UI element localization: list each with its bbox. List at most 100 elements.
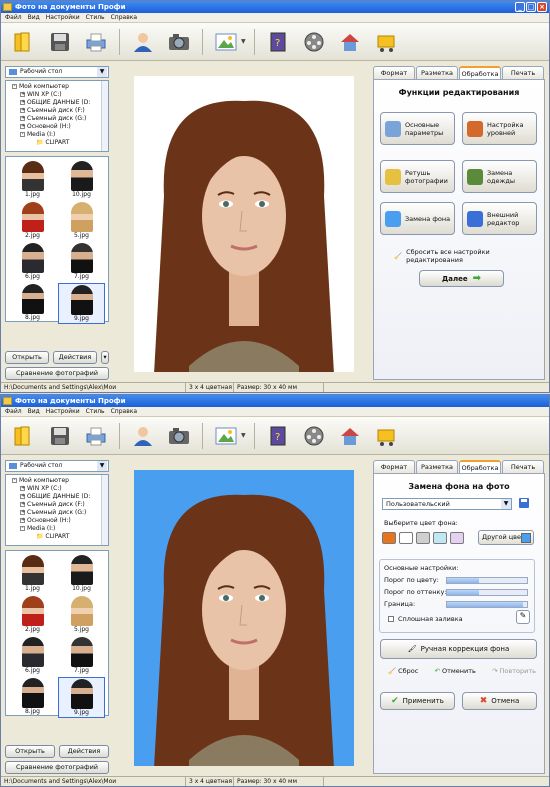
cancel-button[interactable]: ✖ Отмена	[462, 692, 537, 710]
tree-item-drive[interactable]: - Media (I:)	[12, 525, 106, 533]
menu-file[interactable]: Файл	[5, 13, 22, 22]
manual-correction-button[interactable]: 🖌 Ручная коррекция фона	[380, 639, 537, 659]
menu-style[interactable]: Стиль	[86, 407, 105, 416]
tab-print[interactable]: Печать	[502, 66, 544, 79]
tree-item-drive[interactable]: + ОБЩИЕ ДАННЫЕ (D:	[12, 99, 106, 107]
print-icon[interactable]	[81, 27, 111, 57]
chevron-down-icon[interactable]: ▼	[97, 67, 107, 77]
thumbnail[interactable]: 6.jpg	[9, 636, 56, 675]
redo-button[interactable]: ↷ Повторить	[492, 667, 536, 675]
thumbnail[interactable]: 6.jpg	[9, 242, 56, 281]
thumbnail[interactable]: 7.jpg	[58, 636, 105, 675]
photo-canvas[interactable]	[134, 470, 354, 766]
help-book-icon[interactable]: ?	[263, 27, 293, 57]
color-threshold-slider[interactable]	[446, 577, 528, 584]
tree-item-drive[interactable]: + Основной (H:)	[12, 123, 106, 131]
levels-button[interactable]: Настройка уровней	[462, 112, 537, 145]
replace-clothes-button[interactable]: Замена одежды	[462, 160, 537, 193]
chevron-down-icon[interactable]: ▼	[241, 432, 246, 439]
reset-all-link[interactable]: 🧹 Сбросить все настройки редактирования	[394, 248, 544, 264]
save-icon[interactable]	[45, 27, 75, 57]
color-swatch[interactable]	[382, 532, 396, 544]
tab-print[interactable]: Печать	[502, 460, 544, 473]
open-button[interactable]: Открыть	[5, 745, 55, 758]
other-color-button[interactable]: Другой цвет	[478, 530, 534, 545]
chevron-down-icon[interactable]: ▼	[97, 461, 107, 471]
camera-icon[interactable]	[164, 421, 194, 451]
color-swatch[interactable]	[416, 532, 430, 544]
open-folder-icon[interactable]	[9, 27, 39, 57]
tree-scrollbar[interactable]	[101, 81, 108, 151]
shopping-cart-icon[interactable]	[371, 421, 401, 451]
menu-settings[interactable]: Настройки	[46, 407, 80, 416]
menu-settings[interactable]: Настройки	[46, 13, 80, 22]
thumbnail[interactable]: 10.jpg	[58, 554, 105, 593]
thumbnail[interactable]: 5.jpg	[58, 595, 105, 634]
color-swatch[interactable]	[399, 532, 413, 544]
retouch-button[interactable]: Ретушь фотографии	[380, 160, 455, 193]
tree-item-drive[interactable]: + Съемный диск (F:)	[12, 501, 106, 509]
home-icon[interactable]	[335, 27, 365, 57]
film-reel-icon[interactable]	[299, 421, 329, 451]
thumbnail[interactable]: 8.jpg	[9, 677, 56, 718]
tab-processing[interactable]: Обработка	[459, 66, 501, 80]
print-icon[interactable]	[81, 421, 111, 451]
thumbnail[interactable]: 8.jpg	[9, 283, 56, 324]
color-swatch[interactable]	[450, 532, 464, 544]
menu-view[interactable]: Вид	[28, 407, 40, 416]
folder-select[interactable]: Рабочий стол ▼	[5, 460, 109, 472]
hue-threshold-slider[interactable]	[446, 589, 528, 596]
minimize-button[interactable]: _	[515, 2, 525, 12]
actions-button[interactable]: Действия	[59, 745, 109, 758]
color-swatch[interactable]	[433, 532, 447, 544]
eyedropper-icon[interactable]: ✎	[516, 610, 530, 624]
thumbnail[interactable]: 5.jpg	[58, 201, 105, 240]
replace-background-button[interactable]: Замена фона	[380, 202, 455, 235]
preset-select[interactable]: Пользовательский ▼	[382, 498, 512, 510]
reset-button[interactable]: 🧹 Сброс	[388, 667, 418, 675]
menu-view[interactable]: Вид	[28, 13, 40, 22]
person-photo-icon[interactable]	[128, 27, 158, 57]
save-icon[interactable]	[45, 421, 75, 451]
thumbnail[interactable]: 1.jpg	[9, 160, 56, 199]
thumbnail-selected[interactable]: 9.jpg	[58, 677, 105, 718]
tree-item-folder[interactable]: 📁 CLIPART	[12, 533, 106, 541]
thumbnail[interactable]: 1.jpg	[9, 554, 56, 593]
compare-photos-button[interactable]: Сравнение фотографий	[5, 367, 109, 380]
menu-file[interactable]: Файл	[5, 407, 22, 416]
home-icon[interactable]	[335, 421, 365, 451]
solid-fill-checkbox[interactable]	[388, 616, 394, 622]
undo-button[interactable]: ↶ Отменить	[435, 667, 476, 675]
tab-format[interactable]: Формат	[373, 66, 415, 79]
thumbnail-selected[interactable]: 9.jpg	[58, 283, 105, 324]
image-frame-icon[interactable]	[211, 27, 241, 57]
shopping-cart-icon[interactable]	[371, 27, 401, 57]
maximize-button[interactable]: □	[526, 2, 536, 12]
external-editor-button[interactable]: Внешний редактор	[462, 202, 537, 235]
actions-button[interactable]: Действия	[53, 351, 97, 364]
tree-item-drive[interactable]: + WIN XP (C:)	[12, 91, 106, 99]
tree-item-drive[interactable]: + WIN XP (C:)	[12, 485, 106, 493]
help-book-icon[interactable]: ?	[263, 421, 293, 451]
chevron-down-icon[interactable]: ▼	[501, 499, 511, 509]
tree-item-drive[interactable]: + ОБЩИЕ ДАННЫЕ (D:	[12, 493, 106, 501]
tree-item-computer[interactable]: - Мой компьютер	[12, 83, 106, 91]
border-slider[interactable]	[446, 601, 528, 608]
tree-item-drive[interactable]: - Media (I:)	[12, 131, 106, 139]
tree-item-drive[interactable]: + Съемный диск (F:)	[12, 107, 106, 115]
thumbnail[interactable]: 2.jpg	[9, 595, 56, 634]
photo-canvas[interactable]	[134, 76, 354, 372]
actions-dropdown-icon[interactable]: ▾	[101, 351, 109, 364]
menu-style[interactable]: Стиль	[86, 13, 105, 22]
camera-icon[interactable]	[164, 27, 194, 57]
next-button[interactable]: Далее ➡	[419, 270, 504, 287]
chevron-down-icon[interactable]: ▼	[241, 38, 246, 45]
open-button[interactable]: Открыть	[5, 351, 49, 364]
image-frame-icon[interactable]	[211, 421, 241, 451]
tree-scrollbar[interactable]	[101, 475, 108, 545]
tree-item-computer[interactable]: - Мой компьютер	[12, 477, 106, 485]
menu-help[interactable]: Справка	[111, 407, 137, 416]
tab-layout[interactable]: Разметка	[416, 460, 458, 473]
thumbnail[interactable]: 2.jpg	[9, 201, 56, 240]
tab-format[interactable]: Формат	[373, 460, 415, 473]
